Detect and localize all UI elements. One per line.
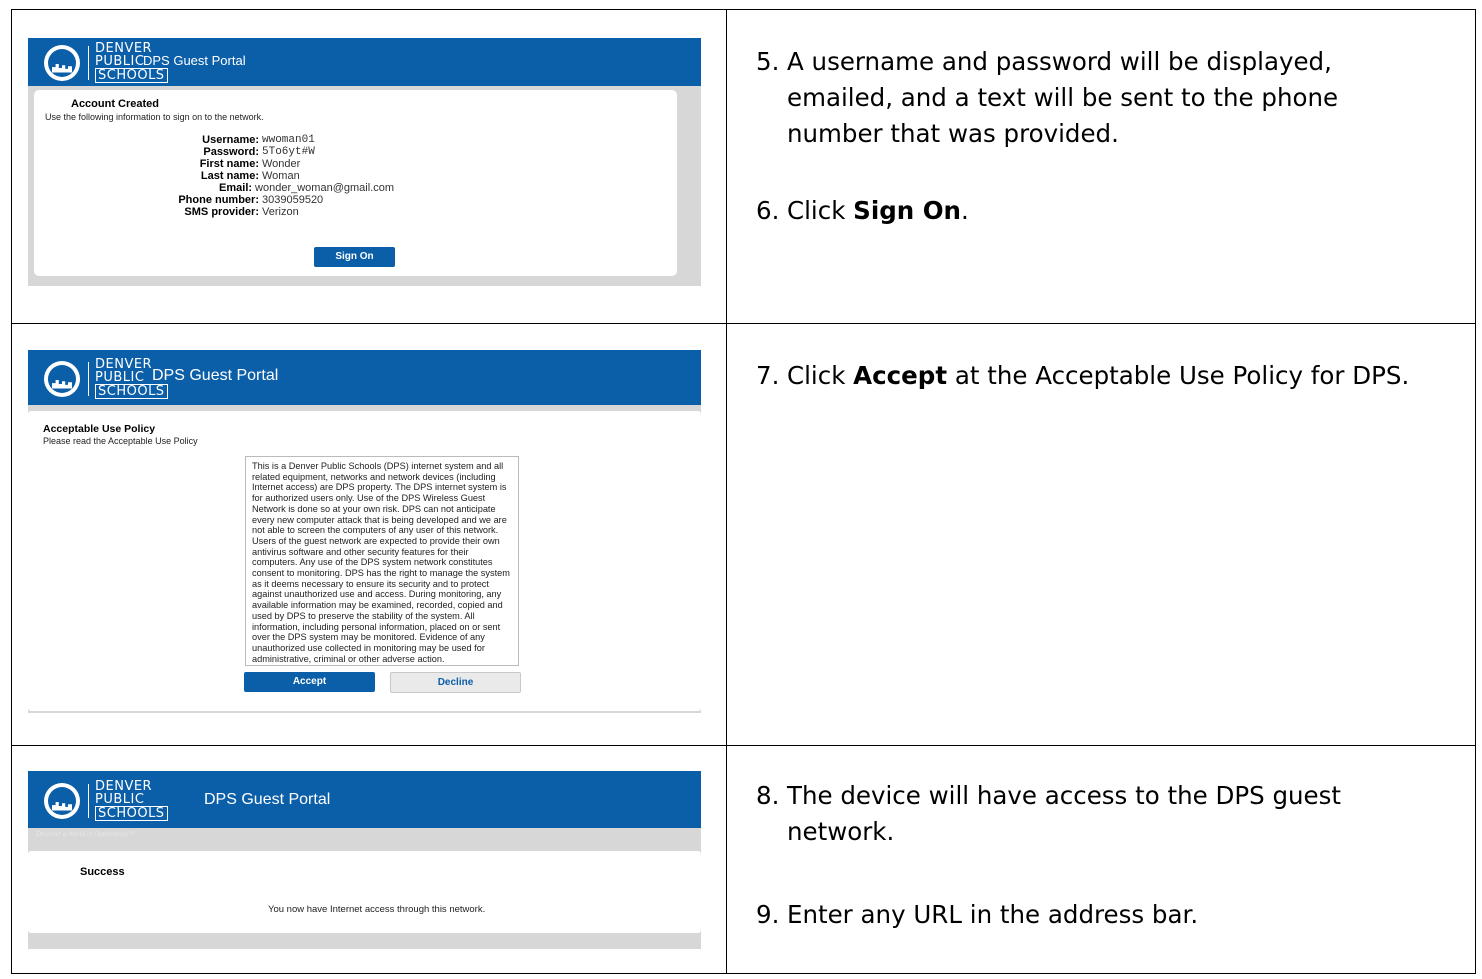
emphasis-sign-on: Sign On [853, 196, 961, 225]
emphasis-accept: Accept [853, 361, 948, 390]
dps-logo-icon [44, 782, 80, 819]
logo-text-schools: SCHOOLS [95, 68, 168, 83]
card-subtitle: Please read the Acceptable Use Policy [43, 436, 198, 446]
row-divider-2 [12, 745, 1475, 746]
field-row-username: Username: wwoman01 [202, 134, 315, 146]
policy-card: Acceptable Use Policy Please read the Ac… [28, 411, 701, 711]
policy-text-box[interactable]: This is a Denver Public Schools (DPS) in… [245, 456, 519, 666]
field-row-first-name: First name: Wonder [199, 158, 301, 170]
field-row-sms-provider: SMS provider: Verizon [184, 206, 299, 218]
card-heading: Account Created [71, 98, 160, 110]
row1-steps: 5. A username and password will be displ… [730, 44, 1410, 229]
row-divider-1 [12, 323, 1475, 324]
step-number: 8. [756, 781, 780, 810]
portal-title: DPS Guest Portal [143, 53, 246, 68]
success-card: Success You now have Internet access thr… [28, 851, 701, 933]
field-row-last-name: Last name: Woman [200, 170, 300, 182]
dps-logo: DENVER PUBLIC SCHOOLS [44, 780, 168, 821]
card-heading: Acceptable Use Policy [43, 423, 156, 435]
step-number: 5. [756, 47, 780, 76]
logo-text-public: PUBLIC [95, 792, 145, 807]
step-text: The device will have access to the DPS g… [787, 781, 1341, 846]
row2-steps: 7. Click Accept at the Acceptable Use Po… [730, 358, 1410, 394]
step-9: 9. Enter any URL in the address bar. [730, 897, 1410, 933]
portal-title: DPS Guest Portal [204, 791, 331, 808]
portal-title: DPS Guest Portal [152, 367, 279, 384]
portal-banner: DENVER PUBLIC SCHOOLS DPS Guest Portal [28, 38, 701, 86]
account-card: Account Created Use the following inform… [34, 90, 677, 276]
field-row-password: Password: 5To6yt#W [203, 146, 315, 158]
account-created-screenshot: DENVER PUBLIC SCHOOLS DPS Guest Portal A… [28, 38, 701, 286]
card-subtitle: Use the following information to sign on… [45, 112, 264, 122]
dps-logo-icon [44, 360, 80, 397]
portal-banner: DENVER PUBLIC SCHOOLS DPS Guest Portal [28, 771, 701, 828]
step-number: 7. [756, 361, 780, 390]
portal-banner: DENVER PUBLIC SCHOOLS DPS Guest Portal [28, 350, 701, 405]
acceptable-use-screenshot: DENVER PUBLIC SCHOOLS DPS Guest Portal A… [28, 350, 701, 713]
column-divider [726, 10, 727, 973]
step-8: 8. The device will have access to the DP… [730, 778, 1410, 850]
success-message: You now have Internet access through thi… [268, 904, 486, 915]
step-number: 6. [756, 196, 780, 225]
step-number: 9. [756, 900, 780, 929]
step-5: 5. A username and password will be displ… [730, 44, 1410, 152]
success-screenshot: DENVER PUBLIC SCHOOLS DPS Guest Portal D… [28, 771, 701, 949]
sign-on-button[interactable]: Sign On [314, 247, 395, 267]
dps-logo-icon [44, 44, 80, 81]
portal-tagline: Discover a World of Opportunity™ [36, 830, 136, 838]
account-fields: Username: wwoman01 Password: 5To6yt#W Firs… [94, 134, 394, 218]
card-heading: Success [80, 866, 125, 878]
accept-button[interactable]: Accept [244, 672, 375, 692]
step-7: 7. Click Accept at the Acceptable Use Po… [730, 358, 1410, 394]
step-text: A username and password will be displaye… [787, 47, 1339, 148]
step-text: Enter any URL in the address bar. [787, 900, 1199, 929]
logo-text-schools: SCHOOLS [95, 384, 168, 399]
dps-logo: DENVER PUBLIC SCHOOLS [44, 358, 168, 399]
row3-steps: 8. The device will have access to the DP… [730, 778, 1410, 933]
field-row-email: Email: wonder_woman@gmail.com [219, 182, 394, 194]
decline-button[interactable]: Decline [390, 672, 521, 693]
field-row-phone: Phone number: 3039059520 [178, 194, 324, 206]
step-6: 6. Click Sign On. [730, 193, 1410, 229]
logo-text-schools: SCHOOLS [95, 806, 168, 821]
